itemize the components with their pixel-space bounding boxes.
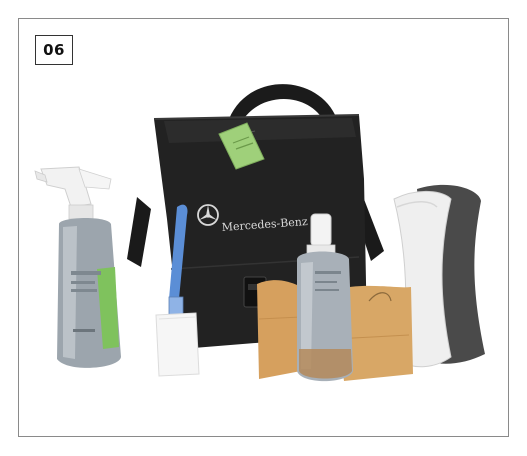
spray-bottle	[34, 166, 121, 368]
product-photo: Mercedes-Benz	[34, 84, 485, 382]
image-frame: 06 Mercedes-Benz	[18, 18, 509, 437]
